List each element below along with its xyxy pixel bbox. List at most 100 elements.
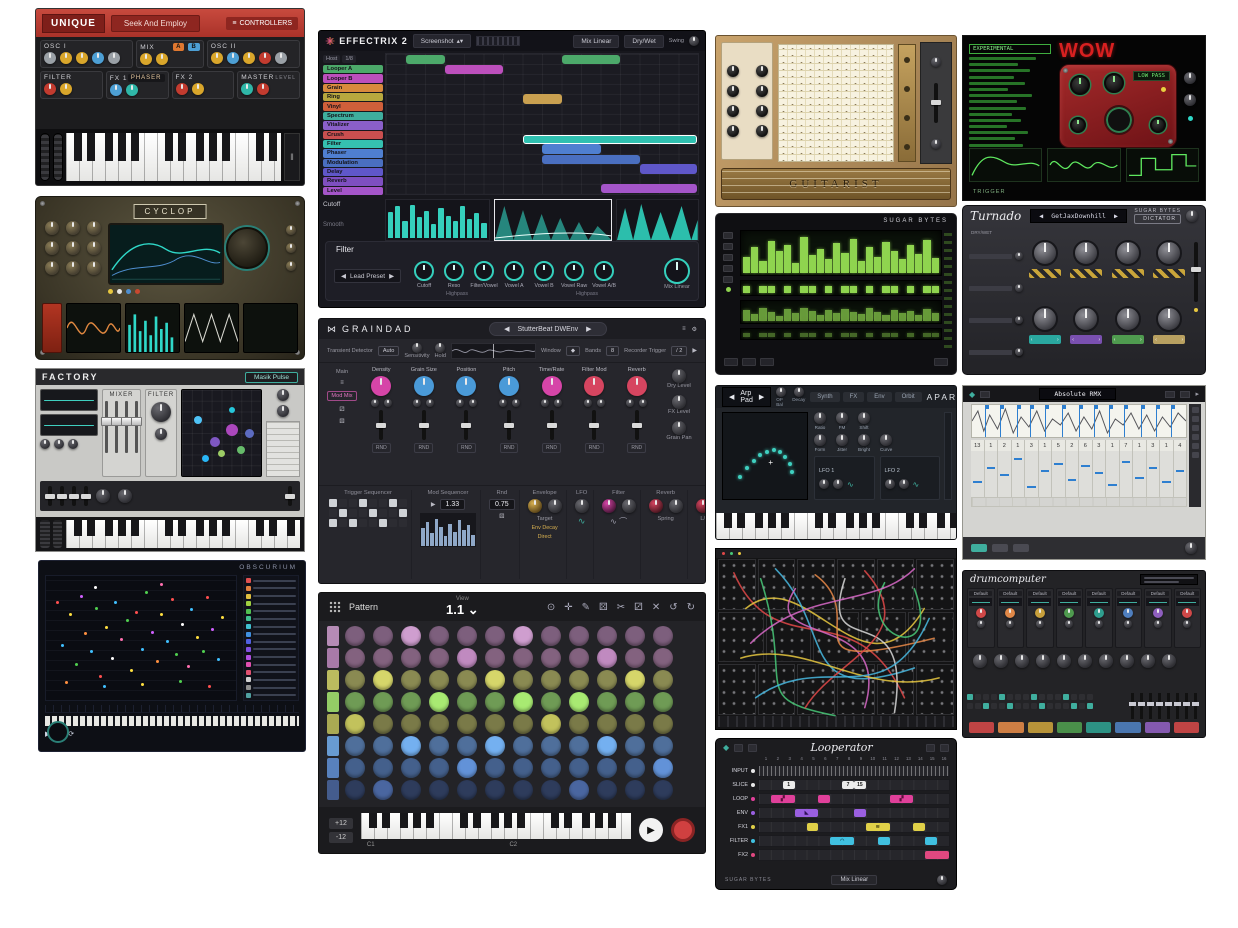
mod-bar[interactable] [467, 525, 471, 546]
channel-fader[interactable] [1158, 693, 1161, 719]
knob[interactable] [756, 65, 768, 77]
knob[interactable] [931, 139, 941, 149]
led[interactable] [126, 289, 131, 294]
synth-knob[interactable] [814, 434, 826, 446]
module[interactable] [916, 559, 954, 610]
param-slider[interactable] [592, 410, 596, 440]
menu-icon[interactable]: ≡ [340, 380, 344, 386]
mode-button[interactable] [723, 276, 733, 283]
output-knob[interactable] [672, 369, 686, 383]
mod-step[interactable] [841, 333, 848, 337]
matrix-dot[interactable] [202, 455, 209, 462]
parameter-lane[interactable] [246, 662, 296, 668]
param-slider[interactable] [422, 410, 426, 440]
channel-preset-name[interactable]: Default [1176, 591, 1199, 596]
step-cell[interactable] [991, 703, 997, 709]
channel-preset-name[interactable]: Default [1117, 591, 1140, 596]
pitch-step-bar[interactable] [923, 240, 930, 273]
track-tab[interactable] [327, 626, 339, 646]
edit-knob[interactable] [994, 654, 1008, 668]
row-led[interactable] [751, 797, 755, 801]
pattern-cell[interactable] [373, 736, 393, 756]
pattern-cell[interactable] [345, 780, 365, 800]
pattern-cell[interactable] [429, 626, 449, 646]
track-tab[interactable] [327, 670, 339, 690]
pattern-cell[interactable] [485, 692, 505, 712]
sequence-dot[interactable] [114, 601, 117, 604]
pitch-step-bar[interactable] [768, 241, 775, 273]
trigger-cell[interactable] [399, 499, 407, 507]
pattern-cell[interactable] [625, 692, 645, 712]
cutoff-bar[interactable] [460, 206, 465, 238]
channel-fader[interactable] [1140, 693, 1143, 719]
mod-bar[interactable] [471, 535, 475, 546]
mod-wheel[interactable] [53, 520, 63, 548]
velocity-step-bar[interactable] [751, 314, 758, 321]
osc1-knob[interactable] [108, 52, 120, 64]
pattern-cell[interactable] [373, 714, 393, 734]
lfo-knob[interactable] [833, 479, 843, 489]
preset-list-item[interactable] [969, 94, 1032, 97]
filter-knob[interactable] [594, 261, 614, 281]
fx-name-plate[interactable]: ‹› [1070, 335, 1102, 344]
effect-step-block[interactable]: ▞ [771, 795, 795, 803]
dice-icon[interactable]: ⚄ [339, 418, 344, 425]
pattern-cell[interactable] [625, 670, 645, 690]
env-slider[interactable] [48, 486, 52, 506]
synth-knob[interactable] [858, 434, 870, 446]
module[interactable] [877, 559, 915, 610]
direct-value[interactable]: Direct [538, 534, 552, 540]
prev-fx-icon[interactable]: ‹ [1072, 337, 1074, 343]
pattern-cell[interactable] [625, 626, 645, 646]
sequence-dot[interactable] [160, 583, 163, 586]
transport-button[interactable] [742, 358, 756, 366]
effect-step-block[interactable]: ≋ [866, 823, 890, 831]
step-cell[interactable] [1007, 694, 1013, 700]
sequence-dot[interactable] [151, 631, 154, 634]
param-slider[interactable] [550, 410, 554, 440]
effect-block[interactable] [640, 164, 698, 173]
gate-step[interactable] [841, 286, 848, 293]
trigger-cell[interactable] [389, 509, 397, 517]
cutoff-bar[interactable] [446, 216, 451, 238]
piano-keyboard[interactable] [66, 520, 300, 548]
knob[interactable] [286, 243, 296, 253]
mixer-fader[interactable] [115, 401, 118, 453]
reverb-knob[interactable] [649, 499, 663, 513]
next-icon[interactable]: ▶ [1114, 212, 1118, 220]
channel-knob[interactable] [976, 608, 986, 618]
channel-fader[interactable] [1176, 693, 1179, 719]
module[interactable] [758, 559, 796, 610]
pattern-cell[interactable] [625, 780, 645, 800]
step-level-cell[interactable] [1079, 451, 1093, 497]
effect-step-block[interactable]: ◠ [830, 837, 854, 845]
drum-channel-strip[interactable]: Default [1085, 588, 1113, 648]
effect-slot-row[interactable] [969, 370, 1023, 375]
velocity-step-bar[interactable] [866, 308, 873, 321]
param-main-knob[interactable] [627, 376, 647, 396]
step-cell[interactable] [1015, 703, 1021, 709]
slot-knob[interactable] [1015, 252, 1023, 260]
velocity-step-bar[interactable] [833, 313, 840, 321]
reverb-knob[interactable] [669, 499, 683, 513]
pattern-cell[interactable] [485, 736, 505, 756]
velocity-step-bar[interactable] [923, 309, 930, 321]
trigger-cell[interactable] [399, 509, 407, 517]
pattern-cell[interactable] [485, 648, 505, 668]
row-led[interactable] [751, 853, 755, 857]
module[interactable] [908, 612, 954, 663]
velocity-step-bar[interactable] [817, 315, 824, 321]
parameter-lane[interactable] [246, 654, 296, 660]
edit-knob[interactable] [1162, 654, 1176, 668]
prev-icon[interactable]: ◀ [1039, 212, 1043, 220]
cutoff-bar[interactable] [438, 208, 443, 238]
pattern-cell[interactable] [569, 626, 589, 646]
transient-waveform[interactable] [451, 343, 536, 359]
pattern-cell[interactable] [485, 758, 505, 778]
empty-slot-plate[interactable] [1029, 269, 1061, 278]
pattern-cell[interactable] [345, 670, 365, 690]
pitch-step-bar[interactable] [882, 242, 889, 273]
channel-knob[interactable] [1123, 608, 1133, 618]
keyboard-expand-strip[interactable]: ‖ [284, 133, 300, 181]
auto-button[interactable]: Auto [378, 346, 400, 356]
